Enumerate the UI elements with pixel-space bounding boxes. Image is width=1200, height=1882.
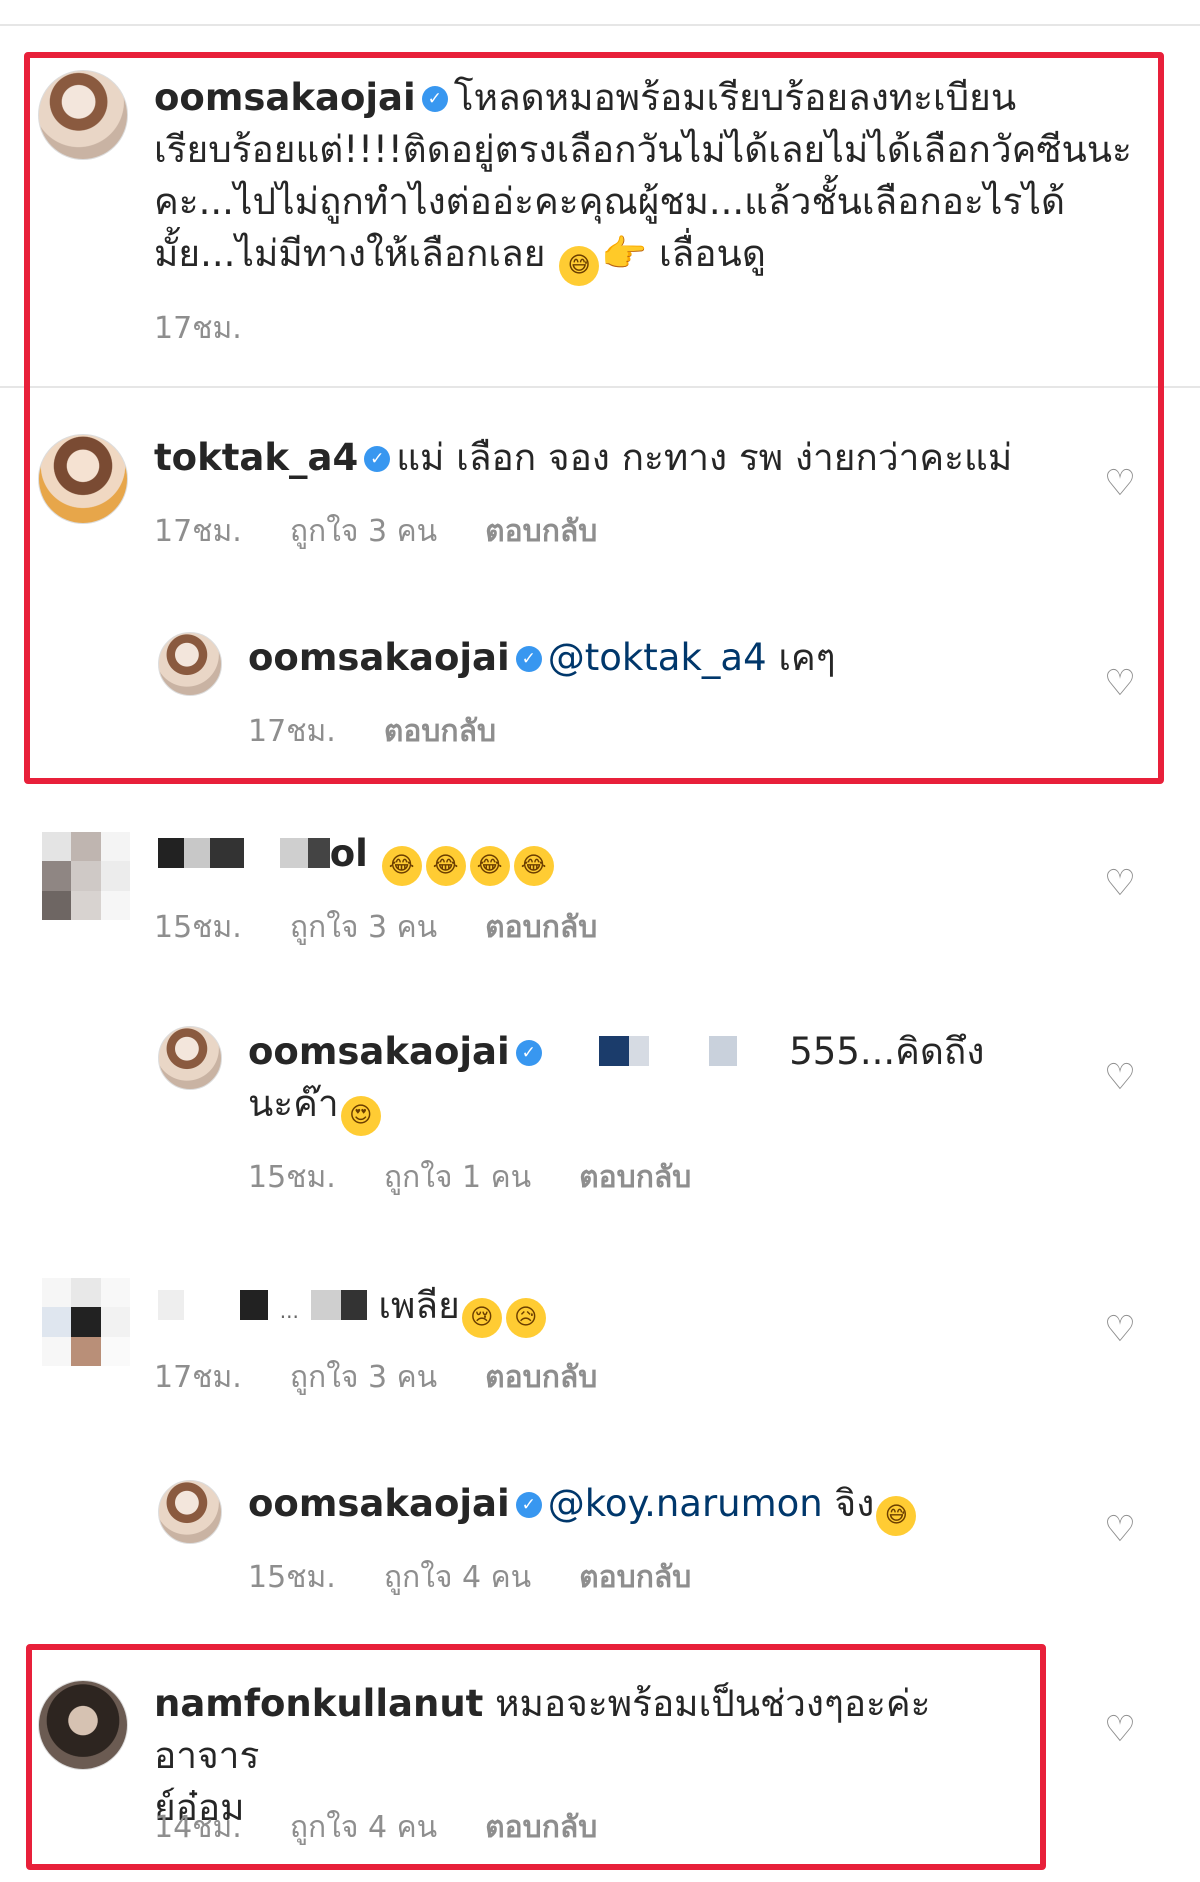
redacted-block (310, 1290, 341, 1320)
heart-outline-icon[interactable]: ♡ (1100, 1310, 1140, 1350)
redacted-block (184, 838, 210, 868)
redacted-block (340, 1290, 367, 1320)
comment-text: oomsakaojai ✓ @koy.narumon จิง 😅 (248, 1478, 1068, 1536)
username-mid: ... (279, 1299, 299, 1323)
joy-emoji: 😂 (469, 846, 510, 886)
avatar[interactable] (158, 1480, 222, 1544)
reply-button[interactable]: ตอบกลับ (485, 910, 597, 945)
comment-text: ... เพลีย 😢 😥 (158, 1280, 1078, 1338)
heart-eyes-emoji: 😍 (340, 1096, 381, 1136)
reply-button[interactable]: ตอบกลับ (579, 1160, 691, 1195)
timestamp: 15ชม. (154, 910, 242, 945)
avatar[interactable] (42, 832, 130, 920)
redacted-block (240, 1290, 268, 1320)
joy-emoji: 😂 (513, 846, 554, 886)
highlight-box-bottom (26, 1644, 1046, 1870)
verified-badge-icon: ✓ (515, 1492, 542, 1518)
comment-body: เพลีย (378, 1284, 460, 1327)
comment-text: ol 😂 😂 😂 😂 (158, 828, 1078, 886)
redacted-block (210, 838, 244, 868)
crying-emoji: 😢 (461, 1298, 502, 1338)
sad-sweat-emoji: 😥 (505, 1298, 546, 1338)
username[interactable]: oomsakaojai (248, 1030, 510, 1073)
comment-meta: 17ชม. ถูกใจ 3 คน ตอบกลับ (154, 1354, 645, 1401)
verified-badge-icon: ✓ (515, 1040, 542, 1066)
top-divider (0, 24, 1200, 26)
heart-outline-icon[interactable]: ♡ (1100, 864, 1140, 904)
redacted-block (307, 838, 330, 868)
username-tail: ol (329, 832, 368, 875)
redacted-username (158, 838, 184, 868)
joy-emoji: 😂 (425, 846, 466, 886)
timestamp: 17ชม. (154, 1360, 242, 1395)
username[interactable]: oomsakaojai (248, 1482, 510, 1525)
redacted-block (709, 1036, 738, 1066)
comment-body: จิง (834, 1482, 875, 1525)
joy-emoji: 😂 (381, 846, 422, 886)
comment-body: 555...คิดถึง (789, 1030, 985, 1073)
likes-count[interactable]: ถูกใจ 1 คน (384, 1160, 531, 1195)
comment-meta: 15ชม. ถูกใจ 3 คน ตอบกลับ (154, 904, 645, 951)
highlight-box-top (24, 52, 1164, 784)
avatar[interactable] (158, 1026, 222, 1090)
redacted-block (158, 1290, 184, 1320)
likes-count[interactable]: ถูกใจ 3 คน (290, 910, 437, 945)
reply-button[interactable]: ตอบกลับ (579, 1560, 691, 1595)
redacted-block (599, 1036, 630, 1066)
comment-body-2: นะค๊า (248, 1082, 339, 1125)
comment-text: oomsakaojai ✓ 555...คิดถึง นะค๊า 😍 (248, 1026, 1068, 1136)
likes-count[interactable]: ถูกใจ 3 คน (290, 1360, 437, 1395)
sweat-smile-emoji: 😅 (876, 1496, 917, 1536)
avatar[interactable] (42, 1278, 130, 1366)
comment-meta: 15ชม. ถูกใจ 1 คน ตอบกลับ (248, 1154, 739, 1201)
heart-outline-icon[interactable]: ♡ (1100, 1710, 1140, 1750)
heart-outline-icon[interactable]: ♡ (1100, 1510, 1140, 1550)
comment-meta: 15ชม. ถูกใจ 4 คน ตอบกลับ (248, 1554, 739, 1601)
timestamp: 15ชม. (248, 1560, 336, 1595)
redacted-block (629, 1036, 650, 1066)
timestamp: 15ชม. (248, 1160, 336, 1195)
heart-outline-icon[interactable]: ♡ (1100, 1058, 1140, 1098)
redacted-block (279, 838, 308, 868)
likes-count[interactable]: ถูกใจ 4 คน (384, 1560, 531, 1595)
mention-link[interactable]: @koy.narumon (548, 1482, 823, 1525)
reply-button[interactable]: ตอบกลับ (485, 1360, 597, 1395)
